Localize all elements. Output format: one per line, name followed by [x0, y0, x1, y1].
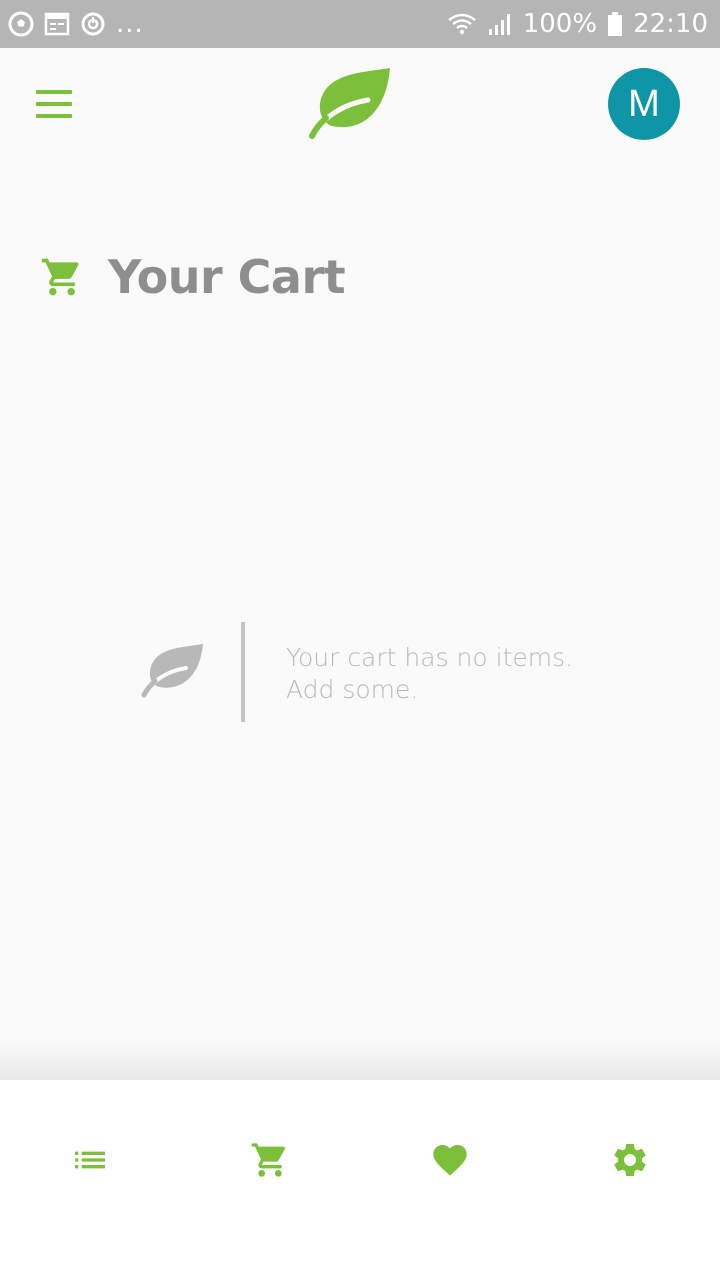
- leaf-logo-icon[interactable]: [306, 66, 394, 142]
- divider: [241, 622, 245, 722]
- shopping-cart-icon: [251, 1143, 286, 1177]
- shopping-cart-icon: [41, 258, 79, 296]
- tab-favorites[interactable]: [360, 1080, 540, 1240]
- empty-cart-message-line2: Add some.: [286, 675, 419, 704]
- tab-cart[interactable]: [180, 1080, 360, 1240]
- battery-icon: [608, 12, 623, 36]
- empty-cart-message-line1: Your cart has no items.: [286, 643, 574, 672]
- soccer-ball-icon: [8, 11, 34, 37]
- calendar-icon: [44, 12, 70, 36]
- hamburger-menu-icon[interactable]: [36, 90, 76, 120]
- app-bar: M: [0, 48, 720, 160]
- status-bar-right: 100% 22:10: [447, 9, 708, 39]
- status-bar-left: ...: [8, 9, 144, 39]
- page-header: Your Cart: [40, 250, 346, 304]
- more-notifications-indicator: ...: [116, 9, 144, 39]
- empty-cart-message: Your cart has no items. Add some.: [286, 642, 573, 706]
- empty-cart-state: Your cart has no items. Add some.: [140, 622, 620, 722]
- tab-list[interactable]: [0, 1080, 180, 1240]
- page-title: Your Cart: [108, 250, 346, 304]
- signal-icon: [488, 14, 510, 35]
- avatar[interactable]: M: [608, 68, 680, 140]
- tab-settings[interactable]: [540, 1080, 720, 1240]
- gear-icon: [614, 1144, 646, 1176]
- list-icon: [75, 1151, 105, 1169]
- heart-icon: [433, 1145, 467, 1176]
- leaf-icon: [141, 644, 203, 698]
- battery-percent: 100%: [522, 9, 598, 39]
- status-bar: ... 100% 22:10: [0, 0, 720, 48]
- bottom-nav-shadow: [0, 1040, 720, 1080]
- sync-icon: [81, 12, 105, 36]
- bottom-nav: [0, 1080, 720, 1280]
- status-time: 22:10: [633, 9, 708, 39]
- wifi-icon: [447, 13, 476, 35]
